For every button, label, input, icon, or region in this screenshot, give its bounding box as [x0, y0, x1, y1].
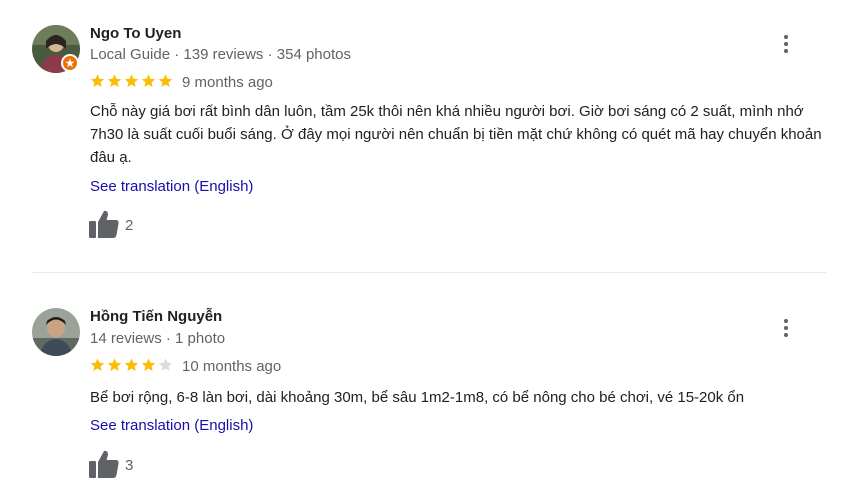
star-icon [106, 357, 123, 373]
star-icon [123, 357, 140, 373]
review-text: Bể bơi rộng, 6-8 làn bơi, dài khoảng 30m… [90, 389, 745, 406]
like-button[interactable] [88, 449, 120, 479]
avatar[interactable] [32, 308, 80, 356]
like-count: 3 [125, 457, 134, 474]
see-translation-link[interactable]: See translation (English) [90, 417, 253, 434]
star-icon [140, 357, 157, 373]
reviewer-meta[interactable]: 14 reviews · 1 photo [90, 330, 225, 347]
star-rating [89, 357, 174, 373]
review-card: Hồng Tiến Nguyễn 14 reviews · 1 photo 10… [0, 0, 850, 483]
star-icon [89, 357, 106, 373]
more-options-button[interactable] [776, 316, 796, 340]
thumbs-up-icon [89, 450, 119, 478]
star-icon [157, 357, 174, 373]
reviewer-name[interactable]: Hồng Tiến Nguyễn [90, 308, 222, 325]
more-vert-icon [784, 319, 788, 323]
review-date: 10 months ago [182, 358, 282, 375]
